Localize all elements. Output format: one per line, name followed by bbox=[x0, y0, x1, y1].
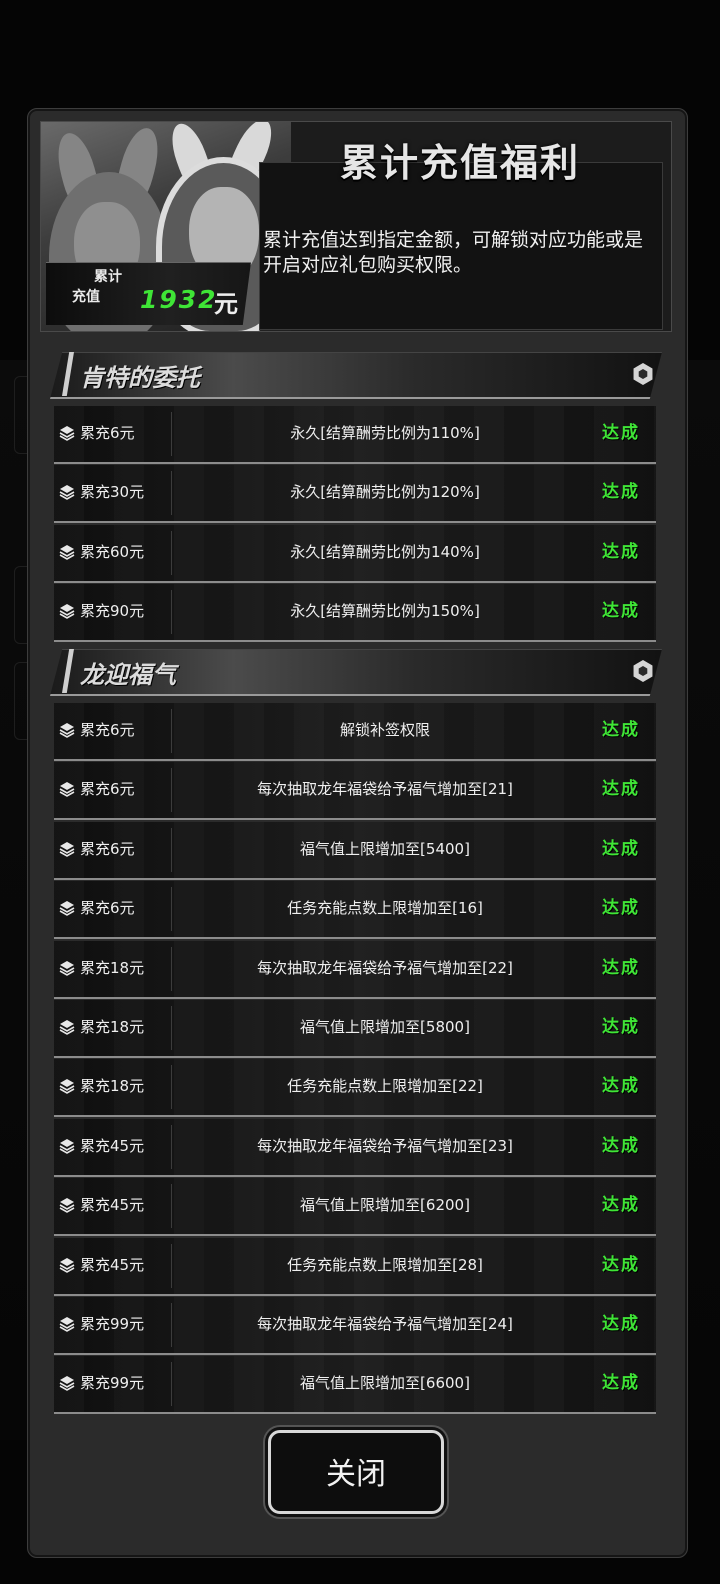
page-title: 累计充值福利 bbox=[339, 141, 580, 185]
status-achieved: 达成 bbox=[602, 1135, 640, 1156]
reward-row: 累充6元 福气值上限增加至[5400] 达成 bbox=[54, 821, 656, 880]
condition-label: 累充6元 bbox=[80, 721, 135, 739]
reward-text: 福气值上限增加至[6200] bbox=[300, 1196, 470, 1215]
status-achieved: 达成 bbox=[602, 957, 640, 978]
total-recharge-unit: 元 bbox=[214, 290, 238, 318]
total-recharge-value: 1932 bbox=[140, 285, 218, 314]
row-divider bbox=[171, 827, 172, 872]
condition-label: 累充45元 bbox=[80, 1136, 145, 1155]
condition-label: 累充45元 bbox=[80, 1196, 145, 1215]
condition-label: 累充45元 bbox=[80, 1255, 145, 1274]
status-achieved: 达成 bbox=[602, 779, 640, 800]
condition-label: 累充18元 bbox=[80, 1077, 145, 1096]
reward-text: 福气值上限增加至[6600] bbox=[300, 1374, 470, 1393]
reward-row: 累充45元 任务充能点数上限增加至[28] 达成 bbox=[54, 1237, 656, 1296]
row-divider bbox=[171, 530, 172, 575]
condition-label: 累充6元 bbox=[80, 839, 135, 858]
condition-label: 累充99元 bbox=[80, 1315, 145, 1333]
reward-text: 每次抽取龙年福袋给予福气增加至[22] bbox=[257, 958, 513, 977]
section-title-1: 肯特的委托 bbox=[80, 364, 200, 392]
row-divider bbox=[171, 471, 172, 516]
condition-label: 累充18元 bbox=[80, 1018, 145, 1036]
row-divider bbox=[171, 768, 172, 813]
reward-text: 永久[结算酬劳比例为150%] bbox=[290, 602, 480, 621]
reward-row: 累充18元 福气值上限增加至[5800] 达成 bbox=[54, 1000, 656, 1058]
row-divider bbox=[171, 946, 172, 991]
row-divider bbox=[171, 709, 172, 753]
row-divider bbox=[171, 1243, 172, 1288]
section-title-2: 龙迎福气 bbox=[80, 661, 176, 689]
row-divider bbox=[171, 1303, 172, 1347]
row-divider bbox=[171, 887, 172, 932]
status-achieved: 达成 bbox=[602, 1195, 640, 1216]
status-achieved: 达成 bbox=[602, 898, 640, 919]
reward-row: 累充6元 解锁补签权限 达成 bbox=[54, 703, 656, 761]
status-achieved: 达成 bbox=[602, 1076, 640, 1097]
row-divider bbox=[171, 1362, 172, 1407]
condition-label: 累充6元 bbox=[80, 424, 135, 442]
row-divider bbox=[171, 1006, 172, 1050]
status-achieved: 达成 bbox=[602, 541, 640, 562]
condition-label: 累充30元 bbox=[80, 483, 145, 502]
reward-row: 累充30元 永久[结算酬劳比例为120%] 达成 bbox=[54, 465, 656, 524]
reward-row: 累充99元 每次抽取龙年福袋给予福气增加至[24] 达成 bbox=[54, 1297, 656, 1355]
condition-label: 累充90元 bbox=[80, 602, 145, 621]
row-divider bbox=[171, 1124, 172, 1169]
reward-text: 永久[结算酬劳比例为110%] bbox=[290, 424, 480, 442]
total-label-line2: 充值 bbox=[72, 289, 100, 305]
reward-text: 解锁补签权限 bbox=[339, 721, 430, 739]
close-button[interactable]: 关闭 bbox=[268, 1430, 444, 1514]
status-achieved: 达成 bbox=[602, 1373, 640, 1394]
reward-text: 永久[结算酬劳比例为120%] bbox=[290, 483, 480, 502]
reward-row: 累充18元 每次抽取龙年福袋给予福气增加至[22] 达成 bbox=[54, 940, 656, 999]
row-divider bbox=[171, 412, 172, 456]
reward-text: 每次抽取龙年福袋给予福气增加至[23] bbox=[257, 1136, 513, 1155]
row-divider bbox=[171, 1065, 172, 1110]
total-label-line1: 累计 bbox=[94, 269, 122, 285]
status-achieved: 达成 bbox=[602, 601, 640, 622]
reward-text: 任务充能点数上限增加至[16] bbox=[287, 899, 483, 918]
condition-label: 累充60元 bbox=[80, 542, 145, 561]
reward-text: 福气值上限增加至[5800] bbox=[300, 1018, 470, 1036]
status-achieved: 达成 bbox=[602, 720, 640, 740]
reward-text: 每次抽取龙年福袋给予福气增加至[24] bbox=[257, 1315, 513, 1333]
description-text: 累计充值达到指定金额，可解锁对应功能或是开启对应礼包购买权限。 bbox=[263, 229, 644, 276]
status-achieved: 达成 bbox=[602, 1254, 640, 1275]
condition-label: 累充18元 bbox=[80, 958, 145, 977]
reward-row: 累充60元 永久[结算酬劳比例为140%] 达成 bbox=[54, 524, 656, 583]
reward-text: 永久[结算酬劳比例为140%] bbox=[290, 542, 480, 561]
reward-row: 累充18元 任务充能点数上限增加至[22] 达成 bbox=[54, 1059, 656, 1118]
condition-label: 累充6元 bbox=[80, 899, 135, 918]
reward-row: 累充90元 永久[结算酬劳比例为150%] 达成 bbox=[54, 584, 656, 643]
condition-label: 累充99元 bbox=[80, 1374, 145, 1393]
status-achieved: 达成 bbox=[602, 423, 640, 443]
reward-text: 任务充能点数上限增加至[28] bbox=[287, 1255, 483, 1274]
row-divider bbox=[171, 1184, 172, 1229]
reward-row: 累充6元 永久[结算酬劳比例为110%] 达成 bbox=[54, 406, 656, 464]
reward-row: 累充45元 福气值上限增加至[6200] 达成 bbox=[54, 1178, 656, 1237]
status-achieved: 达成 bbox=[602, 482, 640, 503]
row-divider bbox=[171, 590, 172, 635]
reward-row: 累充45元 每次抽取龙年福袋给予福气增加至[23] 达成 bbox=[54, 1118, 656, 1177]
reward-row: 累充99元 福气值上限增加至[6600] 达成 bbox=[54, 1356, 656, 1415]
reward-row: 累充6元 每次抽取龙年福袋给予福气增加至[21] 达成 bbox=[54, 762, 656, 821]
status-achieved: 达成 bbox=[602, 1314, 640, 1334]
condition-label: 累充6元 bbox=[80, 780, 135, 799]
reward-text: 每次抽取龙年福袋给予福气增加至[21] bbox=[257, 780, 513, 799]
reward-text: 任务充能点数上限增加至[22] bbox=[287, 1077, 483, 1096]
reward-text: 福气值上限增加至[5400] bbox=[300, 839, 470, 858]
reward-row: 累充6元 任务充能点数上限增加至[16] 达成 bbox=[54, 881, 656, 940]
status-achieved: 达成 bbox=[602, 1017, 640, 1037]
status-achieved: 达成 bbox=[602, 838, 640, 859]
